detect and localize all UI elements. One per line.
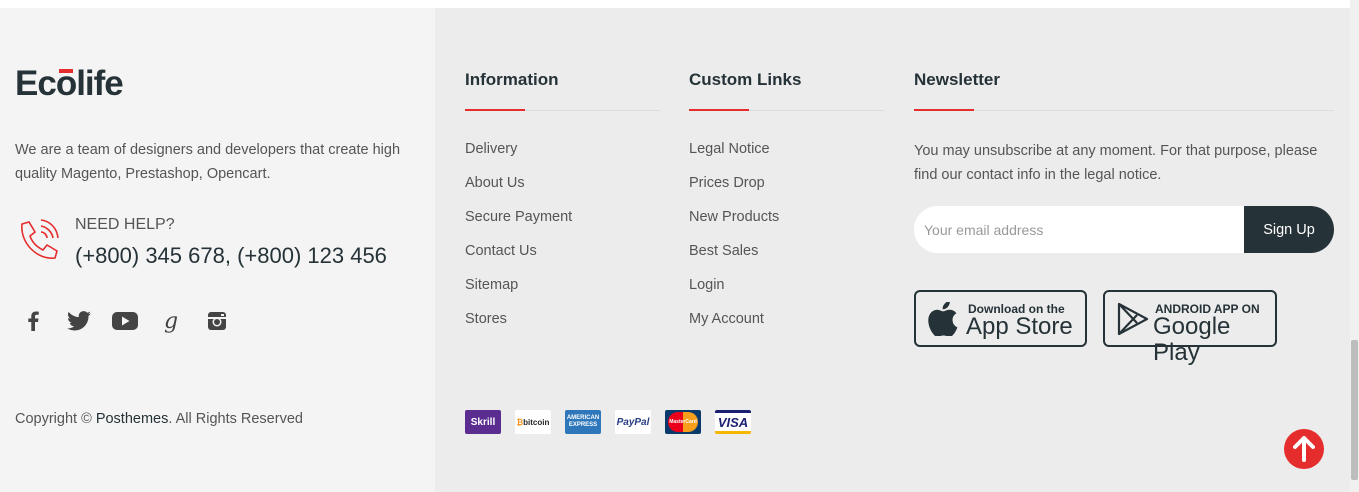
skrill-payment-icon: Skrill xyxy=(465,410,501,434)
app-store-badge[interactable]: Download on the App Store xyxy=(914,290,1087,347)
site-logo[interactable]: Ecolife xyxy=(15,64,124,104)
footer-link-sitemap[interactable]: Sitemap xyxy=(465,277,518,293)
footer-link-prices-drop[interactable]: Prices Drop xyxy=(689,175,765,191)
logo-text-suffix: life xyxy=(76,64,124,103)
copyright-prefix: Copyright © xyxy=(15,411,96,427)
newsletter-title: Newsletter xyxy=(914,70,1000,89)
logo-text-macron-letter: o xyxy=(55,64,77,103)
apple-icon xyxy=(928,301,958,341)
custom-links-title-accent xyxy=(689,109,749,111)
newsletter-signup-button[interactable]: Sign Up xyxy=(1244,206,1334,253)
arrow-up-icon xyxy=(1293,436,1315,462)
visa-payment-icon: VISA xyxy=(715,410,751,434)
phone-call-icon xyxy=(14,218,64,268)
twitter-icon[interactable] xyxy=(66,308,92,334)
help-phone-numbers: (+800) 345 678, (+800) 123 456 xyxy=(75,243,387,268)
information-title-rule xyxy=(465,109,660,111)
newsletter-description: You may unsubscribe at any moment. For t… xyxy=(914,143,1318,183)
footer-link-login[interactable]: Login xyxy=(689,277,724,293)
page-top-band xyxy=(0,0,1350,8)
facebook-icon[interactable] xyxy=(20,308,46,334)
about-text: We are a team of designers and developer… xyxy=(15,142,401,182)
mastercard-payment-icon: MasterCard xyxy=(665,410,701,434)
bitcoin-payment-icon: ₿ bitcoin xyxy=(515,410,551,434)
information-title-accent xyxy=(465,109,525,111)
copyright-text: Copyright © Posthemes. All Rights Reserv… xyxy=(15,411,303,427)
newsletter-email-input[interactable] xyxy=(914,206,1246,253)
footer-link-delivery[interactable]: Delivery xyxy=(465,141,517,157)
newsletter-form: Sign Up xyxy=(914,206,1334,253)
footer-link-best-sales[interactable]: Best Sales xyxy=(689,243,758,259)
footer-link-stores[interactable]: Stores xyxy=(465,311,507,327)
information-title: Information xyxy=(465,70,559,89)
instagram-icon[interactable] xyxy=(204,308,230,334)
bitcoin-label: bitcoin xyxy=(523,417,550,427)
help-label: NEED HELP? xyxy=(75,216,175,233)
footer-link-about-us[interactable]: About Us xyxy=(465,175,525,191)
footer-link-contact-us[interactable]: Contact Us xyxy=(465,243,537,259)
footer-link-secure-payment[interactable]: Secure Payment xyxy=(465,209,572,225)
paypal-payment-icon: PayPal xyxy=(615,410,651,434)
custom-links-title-rule xyxy=(689,109,884,111)
google-play-big-text: Google Play xyxy=(1153,313,1231,366)
back-to-top-button[interactable] xyxy=(1284,429,1324,469)
footer-link-new-products[interactable]: New Products xyxy=(689,209,779,225)
youtube-icon[interactable] xyxy=(112,308,138,334)
google-play-icon xyxy=(1117,302,1149,341)
google-play-badge[interactable]: ANDROID APP ON Google Play xyxy=(1103,290,1277,366)
google-plus-icon[interactable]: g xyxy=(158,308,184,334)
newsletter-title-accent xyxy=(914,109,974,111)
newsletter-title-rule xyxy=(914,109,1334,111)
app-store-big-text: App Store xyxy=(966,313,1073,340)
custom-links-title: Custom Links xyxy=(689,70,802,89)
scrollbar-thumb[interactable] xyxy=(1351,340,1358,480)
page-scrollbar[interactable] xyxy=(1350,0,1359,492)
mastercard-label: MasterCard xyxy=(668,412,698,432)
logo-text-prefix: Ec xyxy=(15,64,57,103)
amex-payment-icon: AMERICAN EXPRESS xyxy=(565,410,601,434)
footer-link-legal-notice[interactable]: Legal Notice xyxy=(689,141,770,157)
footer-link-my-account[interactable]: My Account xyxy=(689,311,764,327)
copyright-suffix: . All Rights Reserved xyxy=(168,411,303,427)
copyright-brand-link[interactable]: Posthemes xyxy=(96,411,169,427)
